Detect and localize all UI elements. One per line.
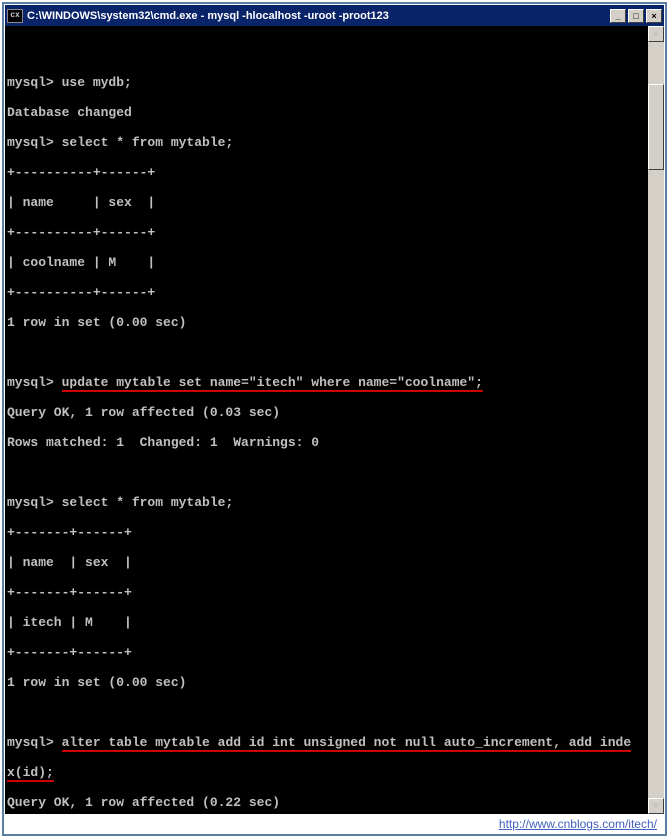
output-line [7, 345, 644, 360]
table-border: +-------+------+ [7, 645, 644, 660]
output-line: 1 row in set (0.00 sec) [7, 315, 644, 330]
output-line [7, 705, 644, 720]
table-border: +----------+------+ [7, 225, 644, 240]
table-header: | name | sex | [7, 555, 644, 570]
output-line: mysql> select * from mytable; [7, 135, 644, 150]
table-border: +----------+------+ [7, 165, 644, 180]
vertical-scrollbar[interactable]: ▲ ▼ [648, 26, 664, 814]
table-border: +-------+------+ [7, 525, 644, 540]
close-button[interactable]: × [646, 9, 662, 23]
scroll-down-button[interactable]: ▼ [648, 798, 664, 814]
highlighted-command: alter table mytable add id int unsigned … [62, 735, 632, 752]
table-border: +-------+------+ [7, 585, 644, 600]
table-header: | name | sex | [7, 195, 644, 210]
output-line [7, 45, 644, 60]
cmd-window: cx C:\WINDOWS\system32\cmd.exe - mysql -… [5, 5, 664, 814]
output-line: Rows matched: 1 Changed: 1 Warnings: 0 [7, 435, 644, 450]
highlighted-command: x(id); [7, 765, 54, 782]
table-row: | coolname | M | [7, 255, 644, 270]
maximize-button[interactable]: □ [628, 9, 644, 23]
output-line [7, 465, 644, 480]
app-icon: cx [7, 9, 23, 23]
output-line: mysql> alter table mytable add id int un… [7, 735, 644, 750]
minimize-button[interactable]: _ [610, 9, 626, 23]
terminal-content: mysql> use mydb; Database changed mysql>… [7, 30, 662, 814]
window-title: C:\WINDOWS\system32\cmd.exe - mysql -hlo… [27, 10, 610, 22]
highlighted-command: update mytable set name="itech" where na… [62, 375, 483, 392]
output-line: Query OK, 1 row affected (0.22 sec) [7, 795, 644, 810]
output-line: mysql> select * from mytable; [7, 495, 644, 510]
outer-frame: cx C:\WINDOWS\system32\cmd.exe - mysql -… [2, 2, 667, 836]
titlebar[interactable]: cx C:\WINDOWS\system32\cmd.exe - mysql -… [5, 5, 664, 26]
output-line: Query OK, 1 row affected (0.03 sec) [7, 405, 644, 420]
output-line: mysql> use mydb; [7, 75, 644, 90]
terminal-area[interactable]: ▲ ▼ mysql> use mydb; Database changed my… [5, 26, 664, 814]
output-line: x(id); [7, 765, 644, 780]
output-line: 1 row in set (0.00 sec) [7, 675, 644, 690]
window-controls: _ □ × [610, 9, 662, 23]
table-row: | itech | M | [7, 615, 644, 630]
output-line: Database changed [7, 105, 644, 120]
scroll-thumb[interactable] [648, 84, 664, 170]
scroll-up-button[interactable]: ▲ [648, 26, 664, 42]
watermark-link[interactable]: http://www.cnblogs.com/itech/ [499, 817, 657, 831]
table-border: +----------+------+ [7, 285, 644, 300]
output-line: mysql> update mytable set name="itech" w… [7, 375, 644, 390]
